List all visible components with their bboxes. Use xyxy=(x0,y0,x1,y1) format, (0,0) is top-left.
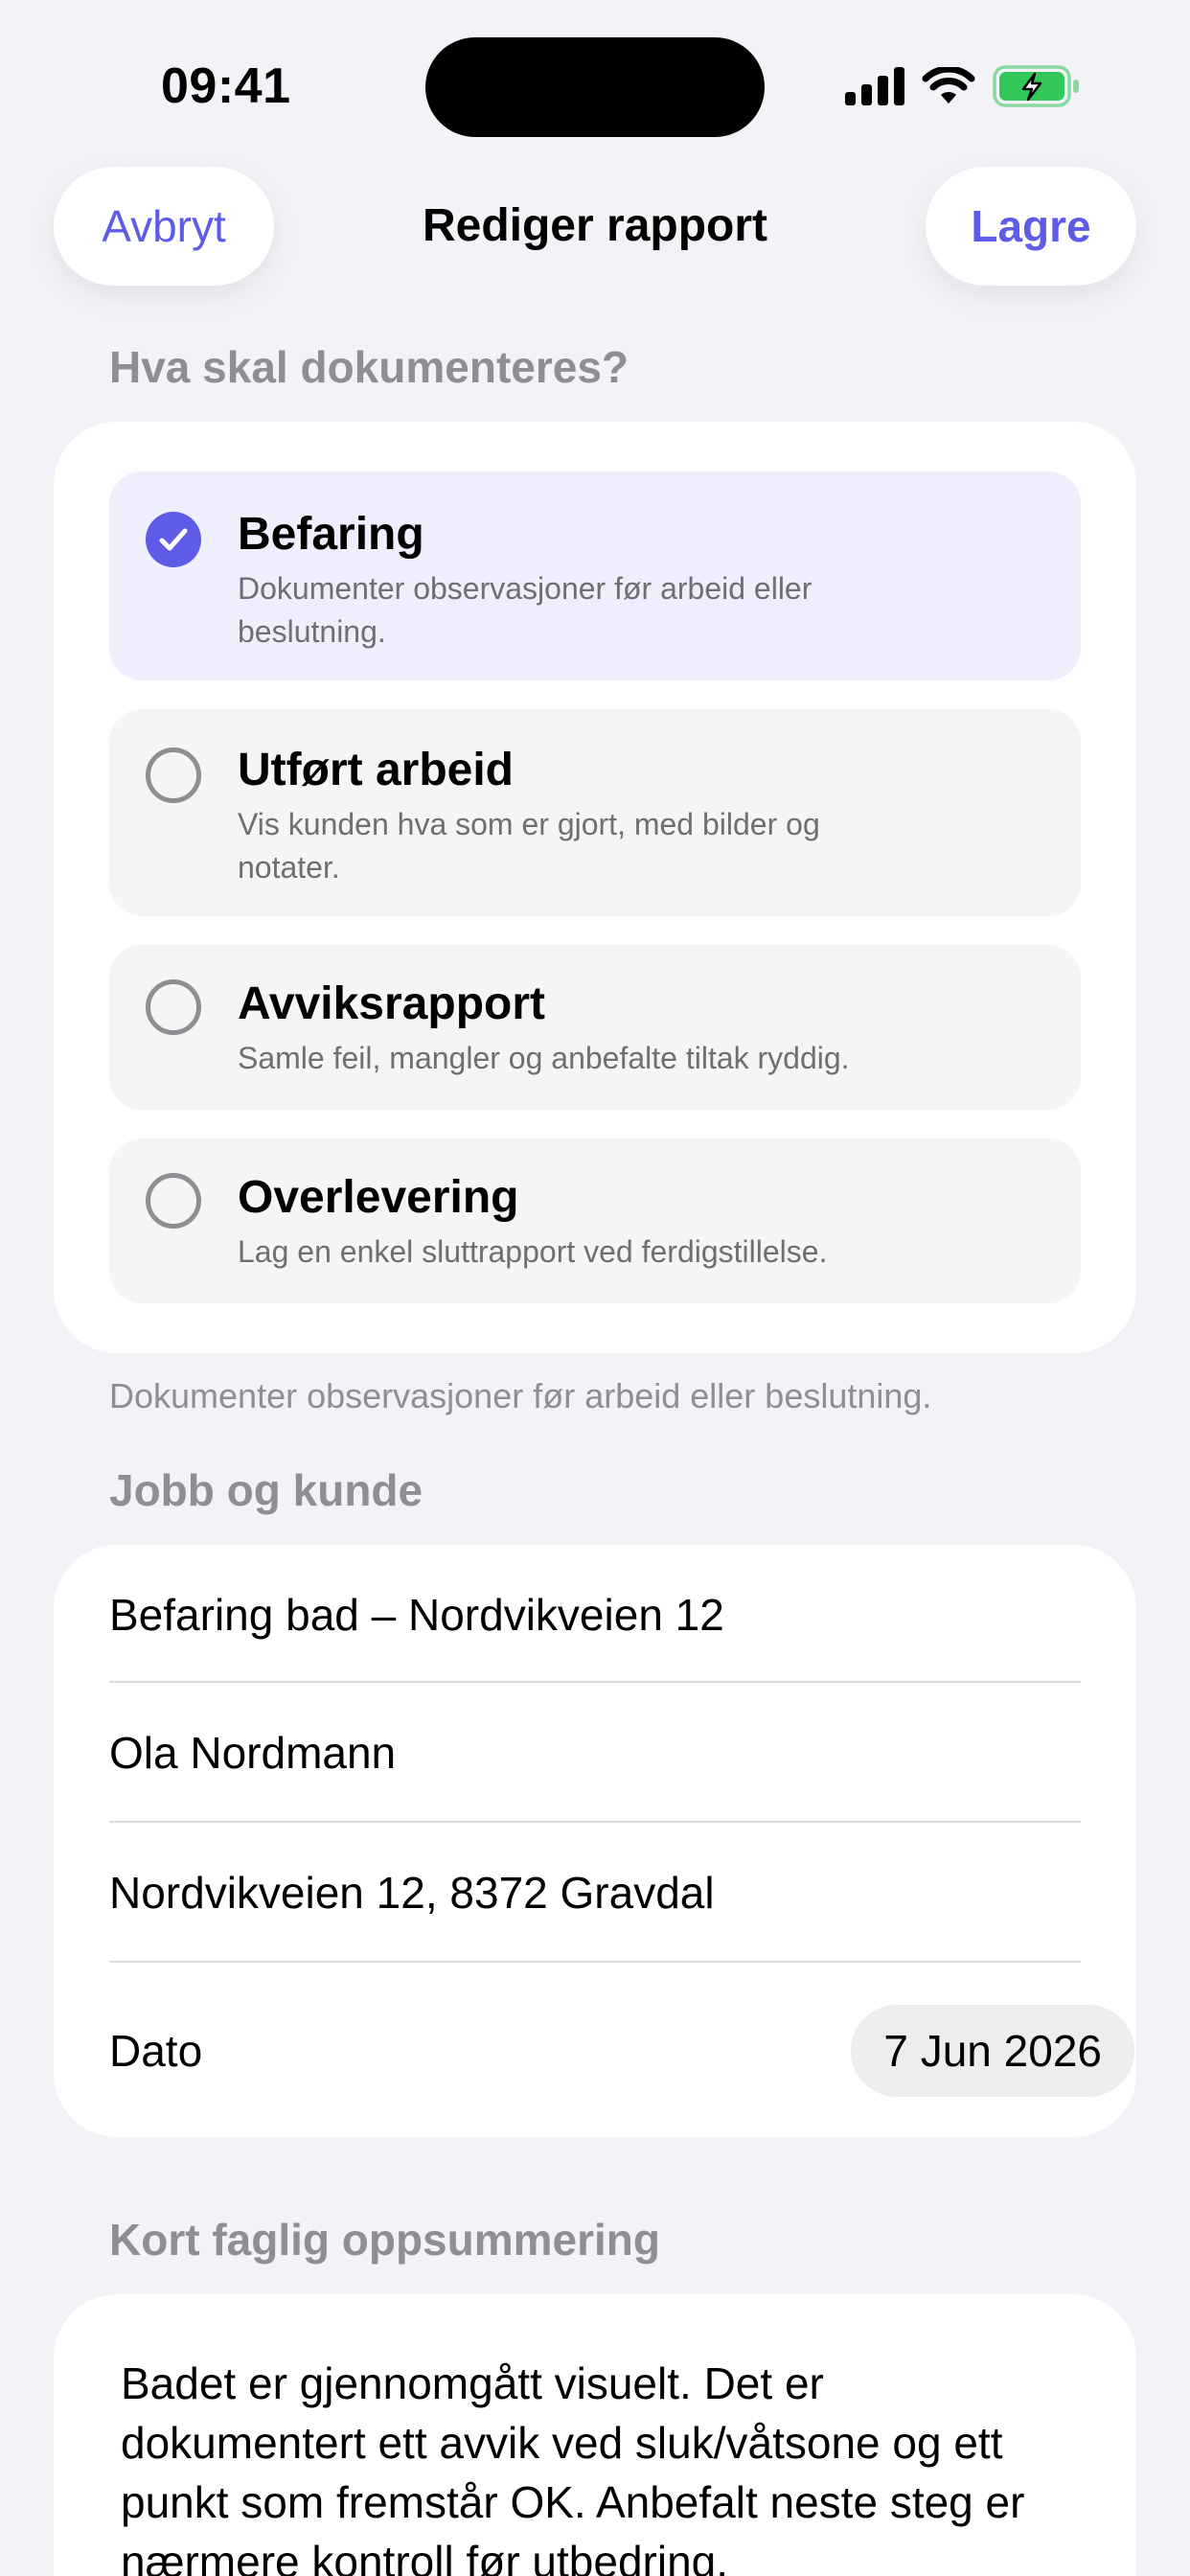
customer-name-field[interactable]: Ola Nordmann xyxy=(109,1683,1081,1823)
customer-name-value: Ola Nordmann xyxy=(109,1728,397,1778)
job-title-value: Befaring bad – Nordvikveien 12 xyxy=(109,1590,724,1640)
status-icons xyxy=(845,65,1081,107)
date-label: Dato xyxy=(109,2026,203,2076)
cellular-signal-icon xyxy=(845,67,904,105)
address-field[interactable]: Nordvikveien 12, 8372 Gravdal xyxy=(109,1823,1081,1963)
option-title: Avviksrapport xyxy=(238,978,545,1029)
doc-type-footnote: Dokumenter observasjoner før arbeid elle… xyxy=(109,1376,932,1415)
radio-circle-icon xyxy=(146,979,201,1035)
status-bar: 09:41 xyxy=(0,0,1190,172)
section-header-doc-type: Hva skal dokumenteres? xyxy=(109,342,629,392)
section-header-job: Jobb og kunde xyxy=(109,1465,423,1515)
option-description: Samle feil, mangler og anbefalte tiltak … xyxy=(238,1041,850,1075)
doc-type-card: Befaring Dokumenter observasjoner før ar… xyxy=(54,422,1136,1353)
dynamic-island xyxy=(425,37,765,137)
option-description: Dokumenter observasjoner før arbeid elle… xyxy=(238,571,812,649)
job-title-field[interactable]: Befaring bad – Nordvikveien 12 xyxy=(109,1545,1081,1685)
option-title: Befaring xyxy=(238,509,424,560)
summary-card[interactable]: Badet er gjennomgått visuelt. Det er dok… xyxy=(54,2294,1136,2576)
battery-charging-icon xyxy=(993,65,1081,107)
radio-circle-icon xyxy=(146,748,201,803)
radio-circle-icon xyxy=(146,1173,201,1229)
date-picker-button[interactable]: 7 Jun 2026 xyxy=(851,2005,1134,2097)
section-header-summary: Kort faglig oppsummering xyxy=(109,2215,660,2265)
save-button[interactable]: Lagre xyxy=(926,167,1136,286)
option-description: Lag en enkel sluttrapport ved ferdigstil… xyxy=(238,1234,828,1269)
option-title: Overlevering xyxy=(238,1172,519,1223)
option-befaring[interactable]: Befaring Dokumenter observasjoner før ar… xyxy=(109,472,1081,680)
option-title: Utført arbeid xyxy=(238,745,514,795)
wifi-icon xyxy=(922,67,975,105)
status-time: 09:41 xyxy=(161,58,291,114)
option-overlevering[interactable]: Overlevering Lag en enkel sluttrapport v… xyxy=(109,1138,1081,1303)
address-value: Nordvikveien 12, 8372 Gravdal xyxy=(109,1868,715,1918)
option-avviksrapport[interactable]: Avviksrapport Samle feil, mangler og anb… xyxy=(109,945,1081,1110)
checkmark-circle-icon xyxy=(146,512,201,567)
option-description: Vis kunden hva som er gjort, med bilder … xyxy=(238,807,820,885)
summary-text-area[interactable]: Badet er gjennomgått visuelt. Det er dok… xyxy=(121,2354,1079,2576)
option-utfort-arbeid[interactable]: Utført arbeid Vis kunden hva som er gjor… xyxy=(109,709,1081,916)
